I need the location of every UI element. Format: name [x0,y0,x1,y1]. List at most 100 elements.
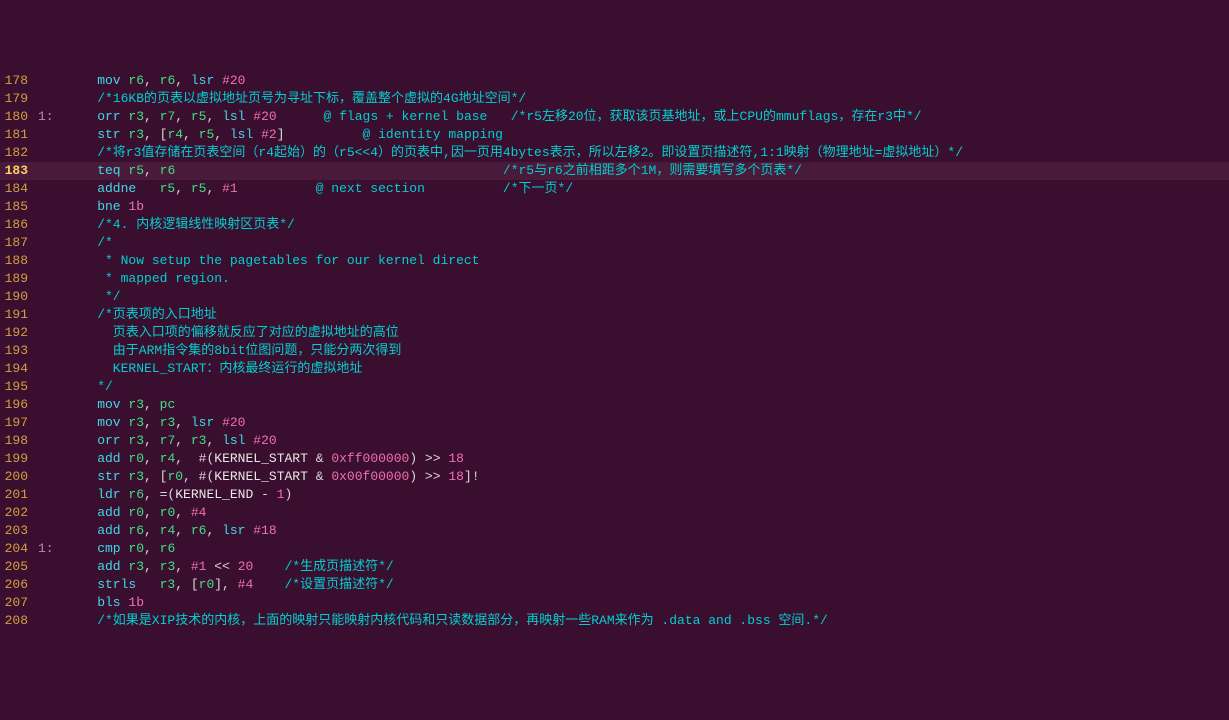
line-content[interactable]: mov r6, r6, lsr #20 [66,72,1229,90]
code-line[interactable]: 189 * mapped region. [0,270,1229,288]
code-line[interactable]: 198 orr r3, r7, r3, lsl #20 [0,432,1229,450]
line-number: 193 [0,342,38,360]
code-line[interactable]: 183 teq r5, r6 /*r5与r6之前相距多个1M，则需要填写多个页表… [0,162,1229,180]
line-number: 206 [0,576,38,594]
code-line[interactable]: 178 mov r6, r6, lsr #20 [0,72,1229,90]
code-line[interactable]: 208 /*如果是XIP技术的内核，上面的映射只能映射内核代码和只读数据部分，再… [0,612,1229,630]
code-line[interactable]: 193 由于ARM指令集的8bit位图问题，只能分两次得到 [0,342,1229,360]
code-line[interactable]: 190 */ [0,288,1229,306]
code-line[interactable]: 206 strls r3, [r0], #4 /*设置页描述符*/ [0,576,1229,594]
code-line[interactable]: 185 bne 1b [0,198,1229,216]
code-line[interactable]: 194 KERNEL_START：内核最终运行的虚拟地址 [0,360,1229,378]
line-number: 202 [0,504,38,522]
line-label [38,468,66,486]
line-number: 192 [0,324,38,342]
code-line[interactable]: 188 * Now setup the pagetables for our k… [0,252,1229,270]
line-label [38,270,66,288]
code-line[interactable]: 207 bls 1b [0,594,1229,612]
line-number: 194 [0,360,38,378]
code-line[interactable]: 202 add r0, r0, #4 [0,504,1229,522]
line-content[interactable]: ldr r6, =(KERNEL_END - 1) [66,486,1229,504]
line-content[interactable]: */ [66,378,1229,396]
line-content[interactable]: */ [66,288,1229,306]
line-label [38,504,66,522]
code-line[interactable]: 187 /* [0,234,1229,252]
line-number: 190 [0,288,38,306]
code-line[interactable]: 191 /*页表项的入口地址 [0,306,1229,324]
line-content[interactable]: orr r3, r7, r3, lsl #20 [66,432,1229,450]
line-label [38,180,66,198]
line-label [38,594,66,612]
code-line[interactable]: 179 /*16KB的页表以虚拟地址页号为寻址下标，覆盖整个虚拟的4G地址空间*… [0,90,1229,108]
line-content[interactable]: str r3, [r4, r5, lsl #2] @ identity mapp… [66,126,1229,144]
code-line[interactable]: 182 /*将r3值存储在页表空间（r4起始）的（r5<<4）的页表中,因一页用… [0,144,1229,162]
code-line[interactable]: 200 str r3, [r0, #(KERNEL_START & 0x00f0… [0,468,1229,486]
line-number: 195 [0,378,38,396]
line-number: 181 [0,126,38,144]
line-label [38,72,66,90]
line-content[interactable]: mov r3, pc [66,396,1229,414]
code-line[interactable]: 203 add r6, r4, r6, lsr #18 [0,522,1229,540]
code-line[interactable]: 2041: cmp r0, r6 [0,540,1229,558]
line-content[interactable]: KERNEL_START：内核最终运行的虚拟地址 [66,360,1229,378]
line-content[interactable]: bls 1b [66,594,1229,612]
code-line[interactable]: 181 str r3, [r4, r5, lsl #2] @ identity … [0,126,1229,144]
line-number: 179 [0,90,38,108]
code-line[interactable]: 184 addne r5, r5, #1 @ next section /*下一… [0,180,1229,198]
line-content[interactable]: /*如果是XIP技术的内核，上面的映射只能映射内核代码和只读数据部分，再映射一些… [66,612,1229,630]
line-content[interactable]: add r0, r4, #(KERNEL_START & 0xff000000)… [66,450,1229,468]
code-line[interactable]: 1801: orr r3, r7, r5, lsl #20 @ flags + … [0,108,1229,126]
line-label [38,162,66,180]
line-label [38,396,66,414]
code-line[interactable]: 186 /*4. 内核逻辑线性映射区页表*/ [0,216,1229,234]
line-content[interactable]: /* [66,234,1229,252]
line-label [38,486,66,504]
line-label [38,342,66,360]
line-content[interactable]: /*16KB的页表以虚拟地址页号为寻址下标，覆盖整个虚拟的4G地址空间*/ [66,90,1229,108]
line-content[interactable]: /*4. 内核逻辑线性映射区页表*/ [66,216,1229,234]
line-label [38,450,66,468]
line-label [38,558,66,576]
code-line[interactable]: 205 add r3, r3, #1 << 20 /*生成页描述符*/ [0,558,1229,576]
line-number: 197 [0,414,38,432]
line-content[interactable]: /*页表项的入口地址 [66,306,1229,324]
line-number: 196 [0,396,38,414]
code-line[interactable]: 199 add r0, r4, #(KERNEL_START & 0xff000… [0,450,1229,468]
line-number: 189 [0,270,38,288]
line-label [38,378,66,396]
line-content[interactable]: teq r5, r6 /*r5与r6之前相距多个1M，则需要填写多个页表*/ [66,162,1229,180]
line-number: 208 [0,612,38,630]
line-label [38,198,66,216]
line-content[interactable]: str r3, [r0, #(KERNEL_START & 0x00f00000… [66,468,1229,486]
line-content[interactable]: 由于ARM指令集的8bit位图问题，只能分两次得到 [66,342,1229,360]
line-content[interactable]: add r0, r0, #4 [66,504,1229,522]
line-number: 204 [0,540,38,558]
line-content[interactable]: * Now setup the pagetables for our kerne… [66,252,1229,270]
line-content[interactable]: add r3, r3, #1 << 20 /*生成页描述符*/ [66,558,1229,576]
line-number: 188 [0,252,38,270]
code-editor[interactable]: 178 mov r6, r6, lsr #20179 /*16KB的页表以虚拟地… [0,72,1229,630]
code-line[interactable]: 192 页表入口项的偏移就反应了对应的虚拟地址的高位 [0,324,1229,342]
line-content[interactable]: strls r3, [r0], #4 /*设置页描述符*/ [66,576,1229,594]
line-content[interactable]: mov r3, r3, lsr #20 [66,414,1229,432]
code-line[interactable]: 195 */ [0,378,1229,396]
code-line[interactable]: 201 ldr r6, =(KERNEL_END - 1) [0,486,1229,504]
line-number: 191 [0,306,38,324]
line-content[interactable]: add r6, r4, r6, lsr #18 [66,522,1229,540]
line-number: 187 [0,234,38,252]
line-content[interactable]: /*将r3值存储在页表空间（r4起始）的（r5<<4）的页表中,因一页用4byt… [66,144,1229,162]
line-number: 201 [0,486,38,504]
line-number: 184 [0,180,38,198]
line-number: 200 [0,468,38,486]
line-content[interactable]: * mapped region. [66,270,1229,288]
line-label [38,288,66,306]
code-line[interactable]: 197 mov r3, r3, lsr #20 [0,414,1229,432]
line-content[interactable]: 页表入口项的偏移就反应了对应的虚拟地址的高位 [66,324,1229,342]
code-line[interactable]: 196 mov r3, pc [0,396,1229,414]
line-label [38,90,66,108]
line-content[interactable]: addne r5, r5, #1 @ next section /*下一页*/ [66,180,1229,198]
line-content[interactable]: cmp r0, r6 [66,540,1229,558]
line-content[interactable]: orr r3, r7, r5, lsl #20 @ flags + kernel… [66,108,1229,126]
line-number: 199 [0,450,38,468]
line-content[interactable]: bne 1b [66,198,1229,216]
